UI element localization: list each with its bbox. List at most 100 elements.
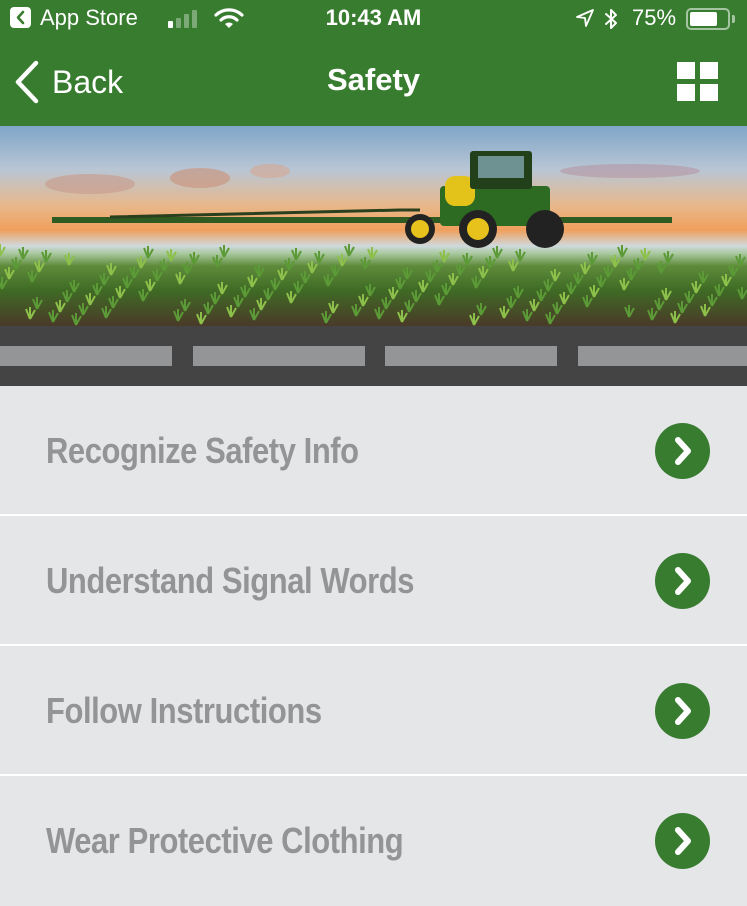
corn-plant [330,264,341,277]
corn-plant [714,284,725,297]
corn-plant [425,270,436,283]
corn-plant [566,282,577,295]
list-item-wear-protective-clothing[interactable]: Wear Protective Clothing [0,776,747,906]
corn-plant [323,274,334,287]
corn-plant [217,282,228,295]
status-bar: App Store 10:43 AM 75% [0,0,747,40]
corn-plant [721,274,732,287]
corn-plant [180,299,191,312]
corn-plant [411,290,422,303]
corn-plant [240,285,251,298]
corn-plant [108,296,119,309]
corn-plant [365,284,376,297]
corn-plant [122,276,133,289]
carousel-indicator[interactable] [578,346,747,366]
corn-plant [536,289,547,302]
corn-plant [270,278,281,291]
corn-plant [492,246,503,259]
chevron-right-circle-icon[interactable] [655,553,710,609]
corn-plant [4,267,15,280]
corn-plant [626,268,637,281]
corn-plant [99,273,110,286]
grid-menu-button[interactable] [677,62,719,102]
list-item-label: Follow Instructions [46,690,322,731]
boom [52,217,672,223]
corn-plant [175,272,186,285]
corn-plant [596,275,607,288]
corn-plant [728,264,739,277]
corn-plant [388,287,399,300]
corn-plant [291,248,302,261]
corn-plant [707,294,718,307]
corn-plant [455,263,466,276]
corn-plant [647,308,658,321]
corn-plant [293,281,304,294]
corn-plant [735,254,746,267]
chevron-right-circle-icon[interactable] [655,813,710,869]
corn-plant [462,253,473,266]
corn-plant [143,246,154,259]
grid-icon [677,62,695,79]
chevron-right-circle-icon[interactable] [655,683,710,739]
corn-plant [661,288,672,301]
chevron-right-circle-icon[interactable] [655,423,710,479]
corn-plant [300,271,311,284]
corn-plant [219,245,230,258]
corn-plant [654,298,665,311]
corn-plant [640,248,651,261]
corn-plant [249,308,260,321]
corn-plant [32,297,43,310]
corn-plant [522,309,533,322]
corn-plant [106,263,117,276]
bluetooth-icon [605,9,617,29]
corn-plant [404,300,415,313]
corn-plant [360,257,371,270]
corn-plant [64,253,75,266]
battery-icon [686,8,730,30]
corn-plant [189,252,200,265]
corn-plant [358,294,369,307]
corn-plant [476,303,487,316]
corn-plant [529,299,540,312]
list-item-understand-signal-words[interactable]: Understand Signal Words [0,516,747,646]
corn-plant [374,307,385,320]
carousel-indicator[interactable] [0,346,172,366]
app-header: App Store 10:43 AM 75% Back Safety [0,0,747,126]
corn-plant [145,279,156,292]
corn-plant [677,301,688,314]
corn-plant [78,303,89,316]
corn-plant [136,256,147,269]
corn-plant [478,266,489,279]
corn-plant [55,300,66,313]
corn-plant [212,255,223,268]
corn-plant [18,247,29,260]
corn-plant [314,251,325,264]
carousel-indicator-band [0,326,747,386]
wheel [526,210,564,248]
grid-icon-cell [677,84,695,101]
crop-rows [0,244,747,326]
list-item-label: Understand Signal Words [46,560,414,601]
corn-plant [656,261,667,274]
corn-plant [395,277,406,290]
carousel-indicator[interactable] [193,346,365,366]
corn-plant [203,302,214,315]
corn-plant [515,249,526,262]
corn-plant [321,311,332,324]
corn-plant [471,276,482,289]
corn-plant [499,306,510,319]
corn-plant [397,310,408,323]
page-title: Safety [326,62,421,97]
corn-plant [0,277,8,290]
corn-plant [159,259,170,272]
carousel-indicator[interactable] [385,346,557,366]
cloud [45,174,135,194]
battery-tip [732,15,735,23]
corn-plant [485,256,496,269]
wheel [467,218,489,240]
corn-plant [0,244,6,257]
corn-plant [434,293,445,306]
corn-plant [582,295,593,308]
list-item-follow-instructions[interactable]: Follow Instructions [0,646,747,776]
list-item-recognize-safety-info[interactable]: Recognize Safety Info [0,386,747,516]
